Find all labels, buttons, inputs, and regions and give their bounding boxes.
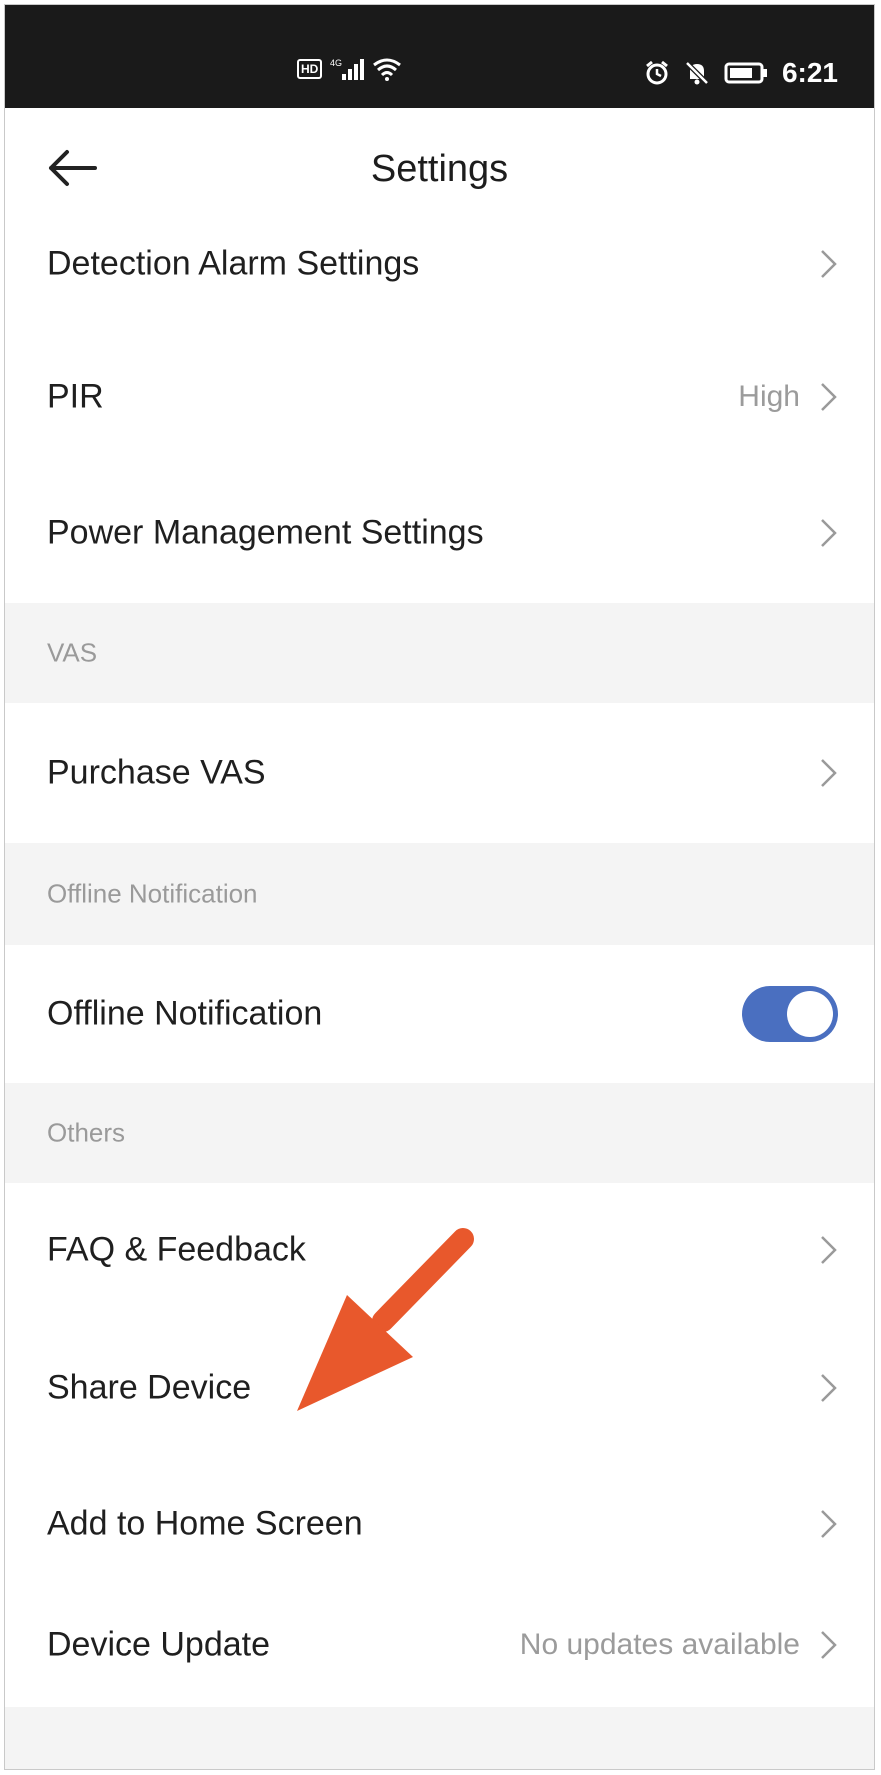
toggle-knob bbox=[787, 991, 833, 1037]
section-header-vas: VAS bbox=[5, 603, 874, 703]
chevron-right-icon bbox=[821, 1236, 837, 1264]
purchase-vas-row[interactable]: Purchase VAS bbox=[5, 703, 874, 843]
row-label: Purchase VAS bbox=[47, 753, 266, 792]
page-title: Settings bbox=[370, 148, 509, 190]
chevron-right-icon bbox=[821, 1631, 837, 1659]
status-left-icons: HD 4G bbox=[297, 57, 402, 81]
section-label: Offline Notification bbox=[47, 878, 258, 909]
offline-notification-row: Offline Notification bbox=[5, 945, 874, 1083]
hd-icon: HD bbox=[297, 59, 323, 79]
row-label: Power Management Settings bbox=[47, 513, 484, 552]
section-header-offline-notification: Offline Notification bbox=[5, 843, 874, 945]
chevron-right-icon bbox=[821, 519, 837, 547]
chevron-right-icon bbox=[821, 759, 837, 787]
chevron-right-icon bbox=[821, 383, 837, 411]
row-label: FAQ & Feedback bbox=[47, 1230, 306, 1269]
row-label: Share Device bbox=[47, 1368, 252, 1407]
bottom-spacer bbox=[5, 1707, 874, 1769]
status-time: 6:21 bbox=[781, 57, 838, 88]
row-label: Detection Alarm Settings bbox=[47, 244, 420, 283]
battery-icon bbox=[724, 62, 767, 84]
annotation-arrow-icon bbox=[297, 1228, 474, 1411]
chevron-right-icon bbox=[821, 250, 837, 278]
device-update-value: No updates available bbox=[519, 1628, 800, 1661]
mute-icon bbox=[685, 61, 709, 85]
alarm-icon bbox=[646, 60, 668, 85]
chevron-right-icon bbox=[821, 1374, 837, 1402]
settings-screen: HD 4G 6:21 Settings Detection Alarm Sett… bbox=[4, 4, 875, 1770]
pir-value: High bbox=[738, 380, 800, 413]
device-update-row[interactable]: Device Update No updates available bbox=[5, 1583, 874, 1707]
status-bar: HD 4G 6:21 bbox=[5, 5, 874, 108]
wifi-icon bbox=[373, 58, 402, 81]
power-management-settings-row[interactable]: Power Management Settings bbox=[5, 471, 874, 595]
chevron-right-icon bbox=[821, 1510, 837, 1538]
pir-row[interactable]: PIR High bbox=[5, 335, 874, 459]
section-label: VAS bbox=[47, 637, 98, 668]
row-label: PIR bbox=[47, 377, 104, 416]
row-label: Device Update bbox=[47, 1625, 271, 1664]
svg-text:4G: 4G bbox=[330, 58, 342, 68]
detection-alarm-settings-row[interactable]: Detection Alarm Settings bbox=[5, 202, 874, 326]
section-header-others: Others bbox=[5, 1083, 874, 1183]
signal-icon: 4G bbox=[330, 58, 365, 80]
row-label: Offline Notification bbox=[47, 994, 323, 1033]
offline-notification-toggle[interactable] bbox=[742, 986, 838, 1042]
status-right-icons: 6:21 bbox=[644, 57, 838, 89]
add-to-home-screen-row[interactable]: Add to Home Screen bbox=[5, 1457, 874, 1591]
section-label: Others bbox=[47, 1117, 126, 1148]
row-label: Add to Home Screen bbox=[47, 1504, 363, 1543]
